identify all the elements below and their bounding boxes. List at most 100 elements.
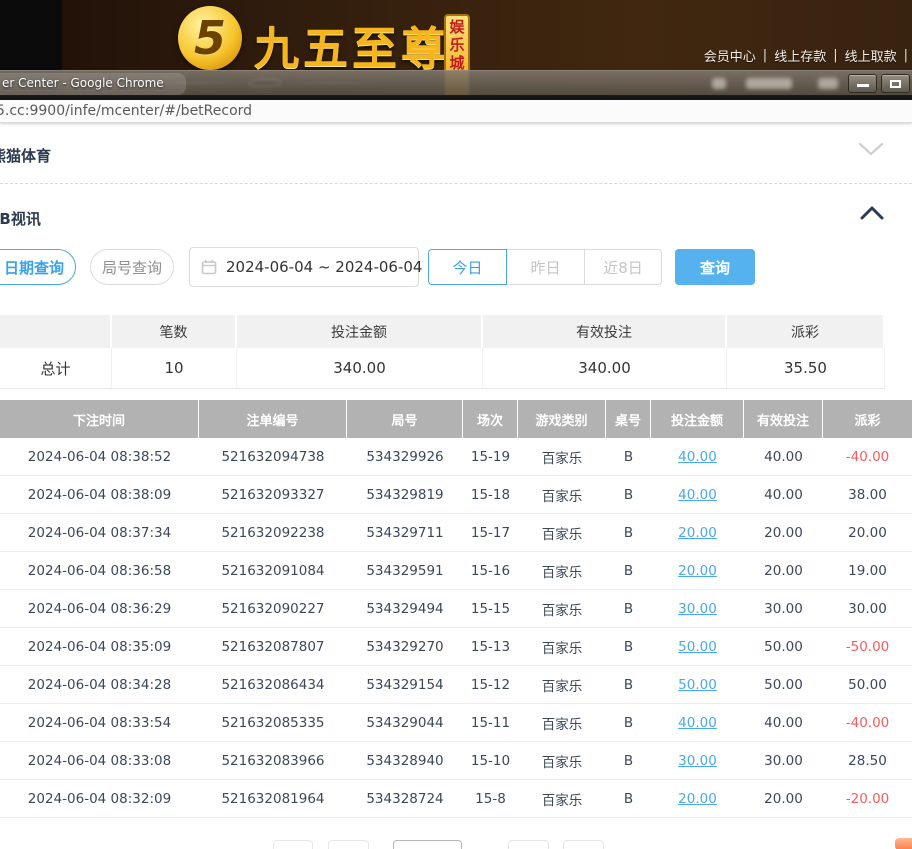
last-8-days-button[interactable]: 近8日 [584,249,662,285]
cell-game-type: 百家乐 [541,488,583,505]
pagination-button[interactable] [563,840,604,849]
cell-round-id: 534328940 [366,752,444,769]
summary-total-row: 总计 10 340.00 340.00 35.50 [0,348,885,389]
section-panda-sports[interactable]: 熊猫体育 [0,123,912,184]
cell-game-type: 百家乐 [541,792,583,809]
cell-time: 2024-06-04 08:36:58 [27,562,172,579]
url-text: 5.cc:9900/infe/mcenter/#/betRecord [0,103,253,119]
cell-bet-amount[interactable]: 50.00 [651,628,744,665]
pagination-current[interactable] [393,840,462,849]
pagination-button[interactable] [508,840,549,849]
cell-bet-amount[interactable]: 30.00 [651,742,744,779]
cell-valid-bet: 20.00 [764,562,803,579]
logo-badge-digit: 5 [193,11,226,65]
table-row: 2024-06-04 08:38:52 521632094738 534329926… [0,438,912,476]
bet-column-header: 局号 [347,400,463,438]
nav-online-withdraw[interactable]: 线上取款 [845,46,897,65]
cell-table-no: B [623,562,634,579]
table-row: 2024-06-04 08:32:09 521632081964 534328724… [0,780,912,818]
cell-time: 2024-06-04 08:34:28 [27,676,172,693]
table-row: 2024-06-04 08:35:09 521632087807 534329270… [0,628,912,666]
nav-online-deposit[interactable]: 线上存款 [774,46,826,65]
summary-table-header: 笔数 投注金额 有效投注 派彩 [0,315,885,348]
cell-order-id: 521632086434 [221,676,325,693]
cell-order-id: 521632094738 [221,448,325,465]
cell-game-type: 百家乐 [541,450,583,467]
chevron-down-icon[interactable] [858,142,884,157]
section-bb-live[interactable]: BB视讯 [0,184,912,247]
bet-column-header: 投注金额 [651,400,744,438]
summary-value: 35.50 [727,348,885,388]
cell-time: 2024-06-04 08:38:52 [27,448,172,465]
brand-logo-text: 九五至尊 [254,22,451,75]
bet-column-header: 派彩 [823,400,912,438]
summary-value: 340.00 [483,348,727,388]
cell-bet-amount[interactable]: 20.00 [651,552,744,589]
round-query-tab[interactable]: 局号查询 [90,249,174,285]
maximize-button[interactable] [881,74,910,93]
table-row: 2024-06-04 08:34:28 521632086434 534329154… [0,666,912,704]
cell-bet-amount[interactable]: 20.00 [651,514,744,551]
cell-table-no: B [623,600,634,617]
nav-member-center[interactable]: 会员中心 [704,46,756,65]
bet-record-page: 熊猫体育 BB视讯 日期查询 局号查询 2024-06-04 ~ [0,123,912,849]
summary-header-cell: 有效投注 [483,315,727,348]
cell-bet-amount[interactable]: 40.00 [651,438,744,475]
cell-round-id: 534328724 [366,790,444,807]
cell-order-id: 521632091084 [221,562,325,579]
cell-valid-bet: 50.00 [764,676,803,693]
cell-payout: 50.00 [848,676,887,693]
summary-row-label: 总计 [0,348,112,388]
table-row: 2024-06-04 08:38:09 521632093327 534329819… [0,476,912,514]
floating-service-button[interactable] [895,838,912,849]
cell-table-no: B [623,676,634,693]
cell-table-no: B [623,638,634,655]
screen: 5 九五至尊 娱 乐 城 会员中心 | 线上存款 | 线上取款 | er Cen… [0,0,912,849]
chevron-up-icon[interactable] [860,206,884,220]
cell-round-id: 534329711 [366,524,444,541]
pagination-button[interactable] [328,840,369,849]
cell-table-no: B [623,714,634,731]
cell-payout: -40.00 [845,714,890,731]
table-row: 2024-06-04 08:37:34 521632092238 534329711… [0,514,912,552]
bet-table-body: 2024-06-04 08:38:52 521632094738 534329926… [0,438,912,818]
yesterday-button[interactable]: 昨日 [506,249,585,285]
bet-column-header: 下注时间 [0,400,199,438]
cell-session: 15-12 [470,676,511,693]
cell-table-no: B [623,524,634,541]
cell-game-type: 百家乐 [541,602,583,619]
cell-bet-amount[interactable]: 40.00 [651,476,744,513]
cell-valid-bet: 30.00 [764,752,803,769]
cell-bet-amount[interactable]: 20.00 [651,780,744,817]
cell-table-no: B [623,752,634,769]
cell-bet-amount[interactable]: 50.00 [651,666,744,703]
cell-table-no: B [623,790,634,807]
cell-session: 15-19 [470,448,511,465]
cell-bet-amount[interactable]: 40.00 [651,704,744,741]
cell-valid-bet: 40.00 [764,486,803,503]
cell-game-type: 百家乐 [541,678,583,695]
cell-session: 15-8 [475,790,506,807]
cell-bet-amount[interactable]: 30.00 [651,590,744,627]
cell-payout: 28.50 [848,752,887,769]
today-button[interactable]: 今日 [428,249,507,285]
date-query-tab[interactable]: 日期查询 [0,249,76,285]
cell-time: 2024-06-04 08:38:09 [27,486,172,503]
table-row: 2024-06-04 08:36:58 521632091084 534329591… [0,552,912,590]
cell-round-id: 534329494 [366,600,444,617]
table-row: 2024-06-04 08:36:29 521632090227 534329494… [0,590,912,628]
cell-table-no: B [623,486,634,503]
bet-column-header: 游戏类别 [518,400,606,438]
cell-table-no: B [623,448,634,465]
cell-valid-bet: 20.00 [764,790,803,807]
pagination-button[interactable] [273,840,313,849]
address-bar[interactable]: 5.cc:9900/infe/mcenter/#/betRecord [0,100,912,123]
minimize-button[interactable] [848,74,877,93]
cell-payout: -20.00 [845,790,890,807]
date-range-input[interactable]: 2024-06-04 ~ 2024-06-04 [189,247,422,287]
search-button[interactable]: 查询 [675,249,755,285]
cell-order-id: 521632085335 [221,714,325,731]
cell-session: 15-15 [470,600,511,617]
top-nav: 会员中心 | 线上存款 | 线上取款 | [703,46,908,65]
blurred-text [712,78,726,89]
